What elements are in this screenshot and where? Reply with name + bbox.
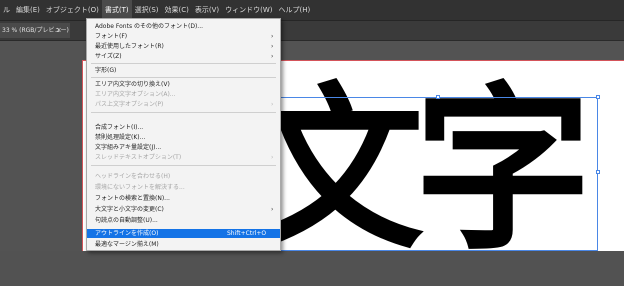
menu-type[interactable]: 書式(T) bbox=[101, 0, 132, 20]
menu-separator bbox=[91, 165, 276, 166]
menu-item-glyphs[interactable]: 字形(G) bbox=[87, 66, 280, 75]
menu-item-area-type-options[interactable]: エリア内文字オプション(A)... bbox=[87, 90, 280, 99]
menu-item-threaded-text-options[interactable]: スレッドテキストオプション(T) › bbox=[87, 153, 280, 162]
menu-item-fit-headline[interactable]: ヘッドラインを合わせる(H) bbox=[87, 172, 280, 181]
menu-item-composite-fonts[interactable]: 合成フォント(I)... bbox=[87, 123, 280, 132]
chevron-right-icon: › bbox=[271, 101, 274, 108]
chevron-right-icon: › bbox=[271, 206, 274, 213]
menu-separator bbox=[91, 63, 276, 64]
menu-item-font[interactable]: フォント(F) › bbox=[87, 32, 280, 41]
selection-handle-middle-right[interactable] bbox=[596, 170, 600, 174]
close-icon[interactable]: × bbox=[56, 23, 62, 38]
chevron-right-icon: › bbox=[271, 53, 274, 60]
menu-item-create-outlines[interactable]: アウトラインを作成(O) Shift+Ctrl+O bbox=[87, 229, 280, 238]
selection-bounding-box[interactable] bbox=[278, 97, 598, 251]
menu-edit[interactable]: 編集(E) bbox=[13, 0, 43, 20]
selection-handle-top-middle[interactable] bbox=[436, 95, 440, 99]
menu-separator bbox=[91, 112, 276, 113]
menu-item-resolve-missing-fonts[interactable]: 環境にないフォントを解決する... bbox=[87, 183, 280, 192]
menu-item-area-type-toggle[interactable]: エリア内文字の切り換え(V) bbox=[87, 80, 280, 89]
selection-handle-top-right[interactable] bbox=[596, 95, 600, 99]
menu-effect[interactable]: 効果(C) bbox=[162, 0, 192, 20]
chevron-right-icon: › bbox=[271, 33, 274, 40]
menu-item-size[interactable]: サイズ(Z) › bbox=[87, 52, 280, 61]
chevron-right-icon: › bbox=[271, 154, 274, 161]
menu-item-mojikumi-settings[interactable]: 文字組みアキ量設定(J)... bbox=[87, 143, 280, 152]
menu-item-change-case[interactable]: 大文字と小文字の変更(C) › bbox=[87, 205, 280, 214]
menu-window[interactable]: ウィンドウ(W) bbox=[222, 0, 275, 20]
document-tab[interactable]: 33 % (RGB/プレビュー) × bbox=[0, 23, 70, 38]
menu-help[interactable]: ヘルプ(H) bbox=[276, 0, 314, 20]
menu-object[interactable]: オブジェクト(O) bbox=[43, 0, 102, 20]
menu-view[interactable]: 表示(V) bbox=[192, 0, 222, 20]
chevron-right-icon: › bbox=[271, 43, 274, 50]
menu-select[interactable]: 選択(S) bbox=[132, 0, 162, 20]
menu-item-smart-punctuation[interactable]: 句読点の自動調整(U)... bbox=[87, 216, 280, 225]
type-menu-dropdown: Adobe Fonts のその他のフォント(D)... フォント(F) › 最近使… bbox=[86, 18, 281, 251]
menu-item-adobe-fonts[interactable]: Adobe Fonts のその他のフォント(D)... bbox=[87, 22, 280, 31]
menu-item-type-on-path-options[interactable]: パス上文字オプション(P) › bbox=[87, 100, 280, 109]
menu-file[interactable]: ル bbox=[0, 0, 13, 20]
menu-item-find-replace-font[interactable]: フォントの検索と置換(N)... bbox=[87, 194, 280, 203]
menu-separator bbox=[91, 77, 276, 78]
menu-item-recent-fonts[interactable]: 最近使用したフォント(R) › bbox=[87, 42, 280, 51]
menu-item-kinsoku-settings[interactable]: 禁則処理設定(K)... bbox=[87, 133, 280, 142]
menu-item-optical-margin-alignment[interactable]: 最適なマージン揃え(M) bbox=[87, 240, 280, 249]
shortcut-label: Shift+Ctrl+O bbox=[227, 230, 267, 237]
